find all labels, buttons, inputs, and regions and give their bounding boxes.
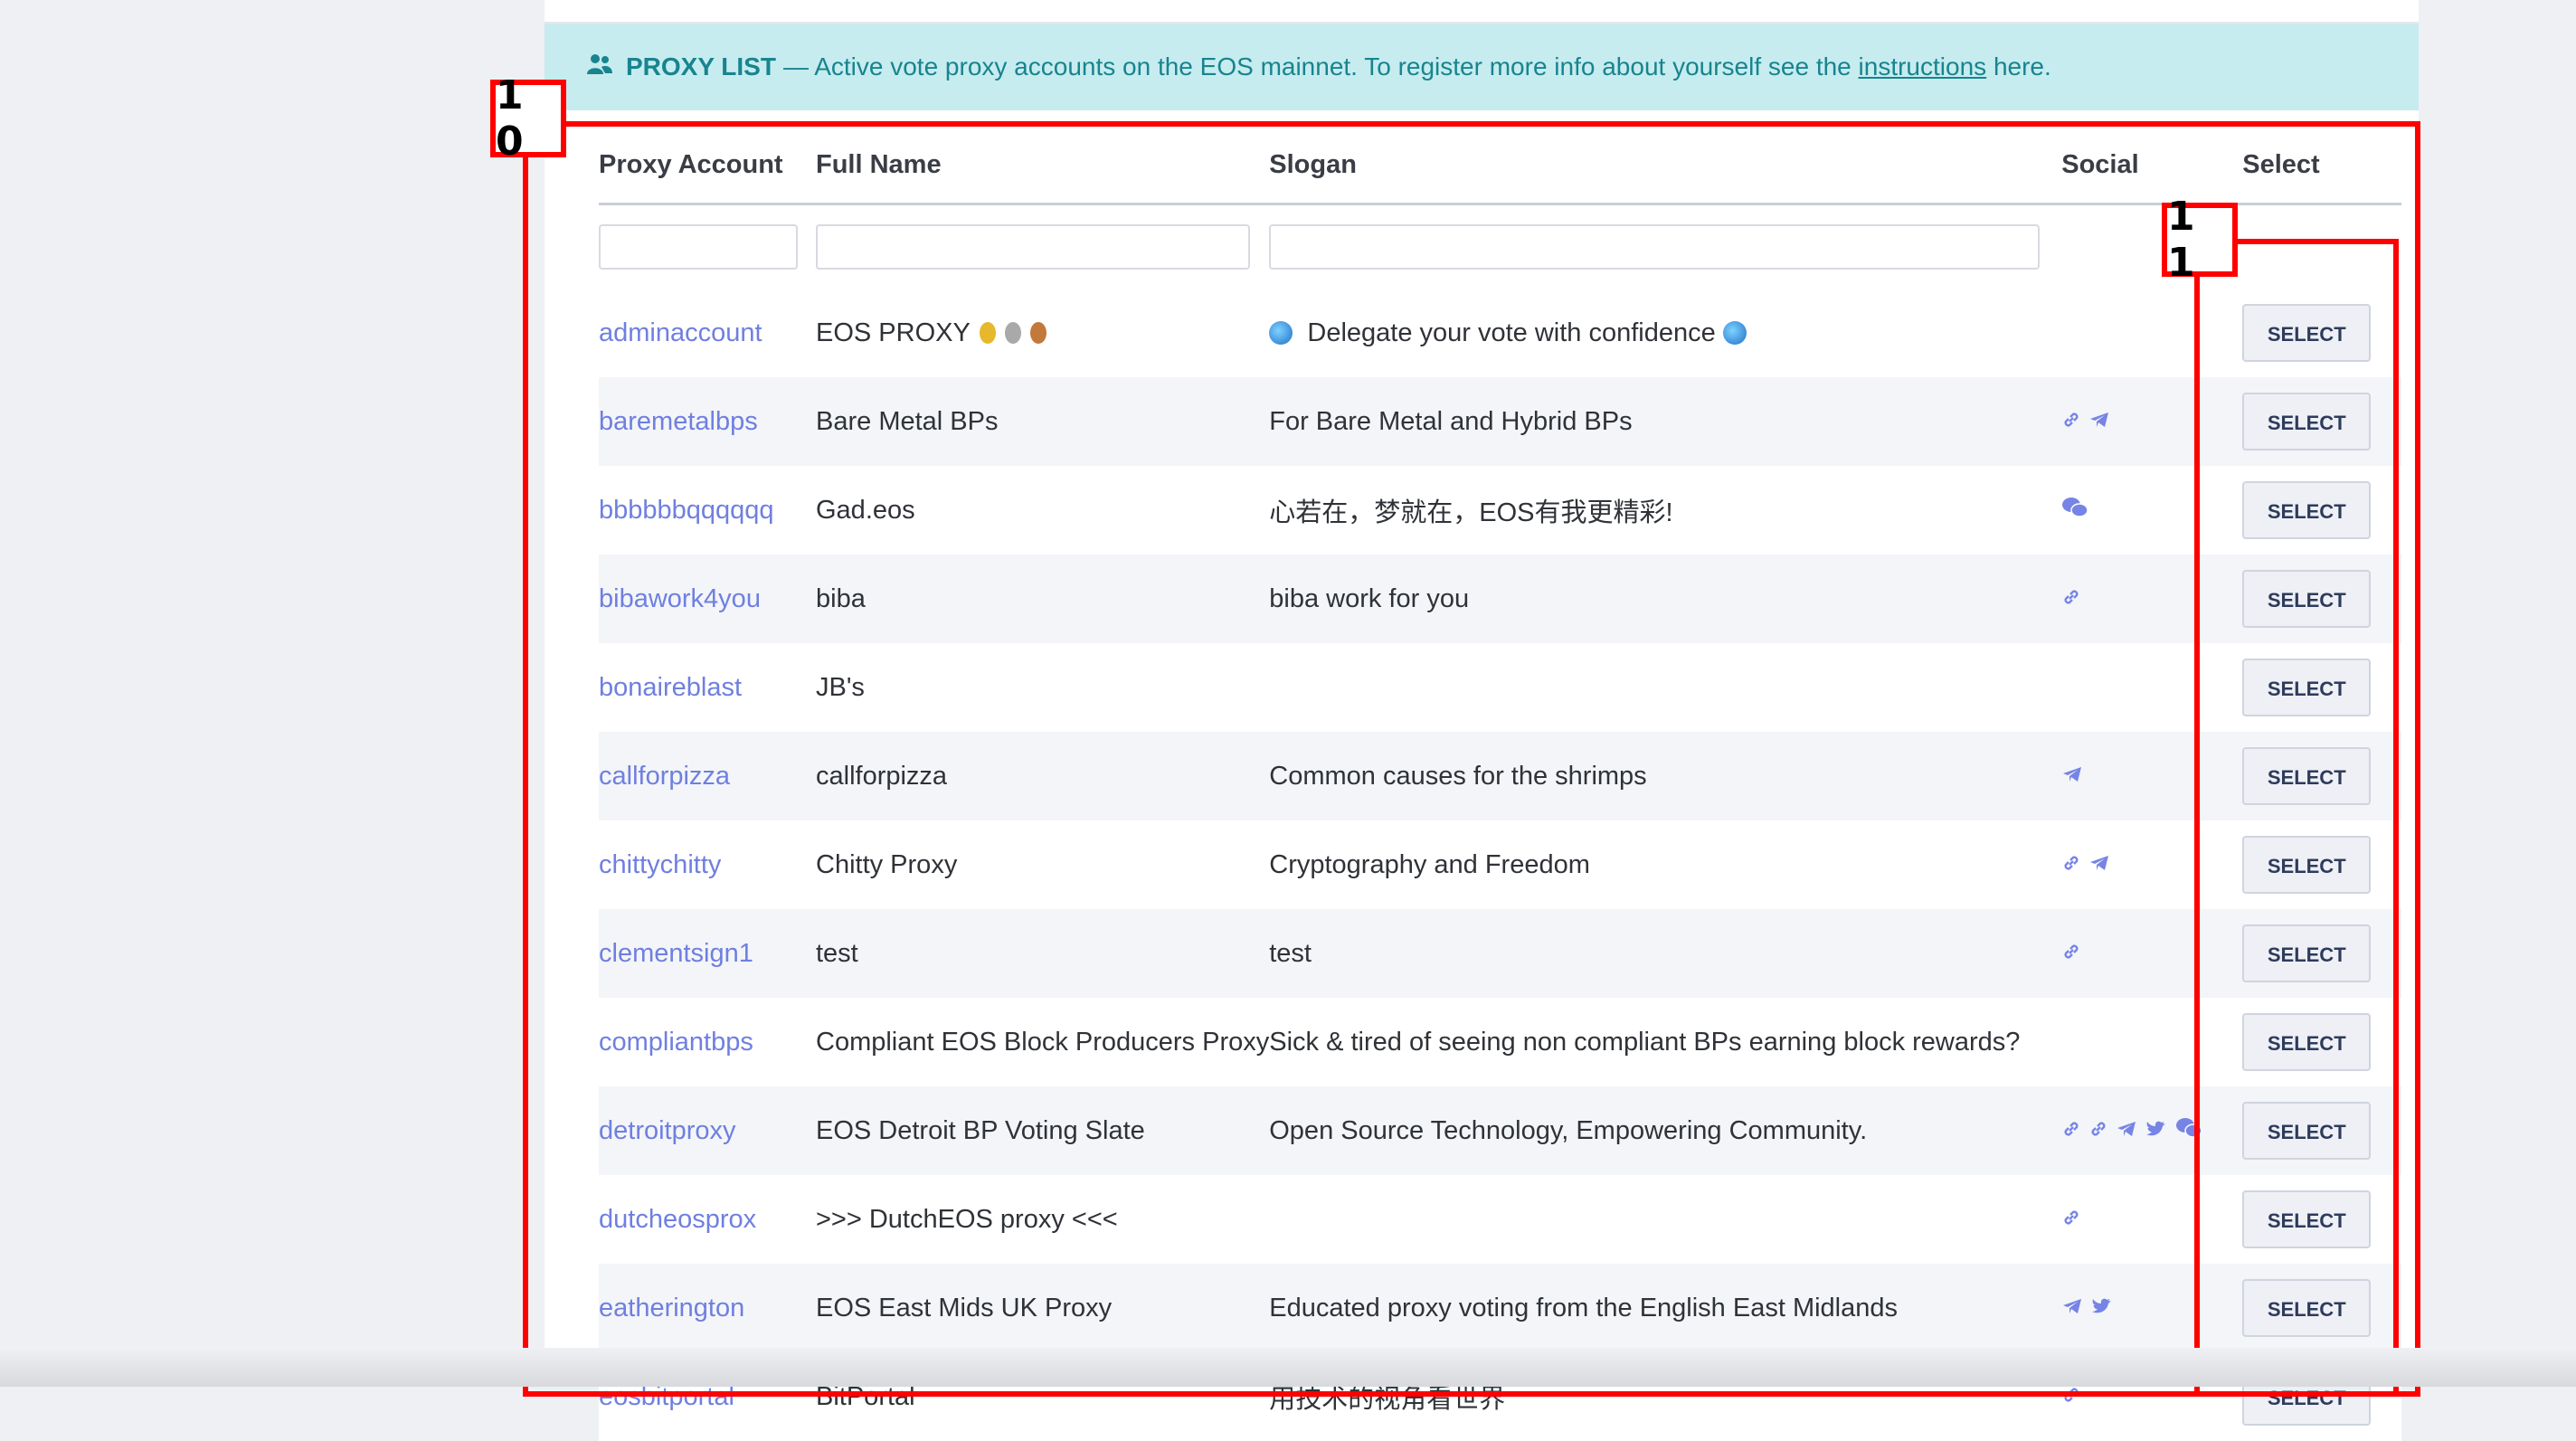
banner-title: PROXY LIST <box>626 52 776 81</box>
banner-suffix: here. <box>1993 52 2051 81</box>
instructions-link[interactable]: instructions <box>1859 52 1987 81</box>
annotation-label-10: 1 0 <box>490 72 566 165</box>
users-icon <box>586 52 613 82</box>
annotation-label-11: 1 1 <box>2162 194 2238 286</box>
bottom-shade <box>0 1348 2576 1387</box>
top-divider <box>545 0 2419 24</box>
banner-text: — Active vote proxy accounts on the EOS … <box>782 52 1852 81</box>
annotation-box-10 <box>523 121 2420 1397</box>
annotation-box-11 <box>2194 239 2399 1397</box>
proxy-list-banner: PROXY LIST — Active vote proxy accounts … <box>545 24 2419 110</box>
